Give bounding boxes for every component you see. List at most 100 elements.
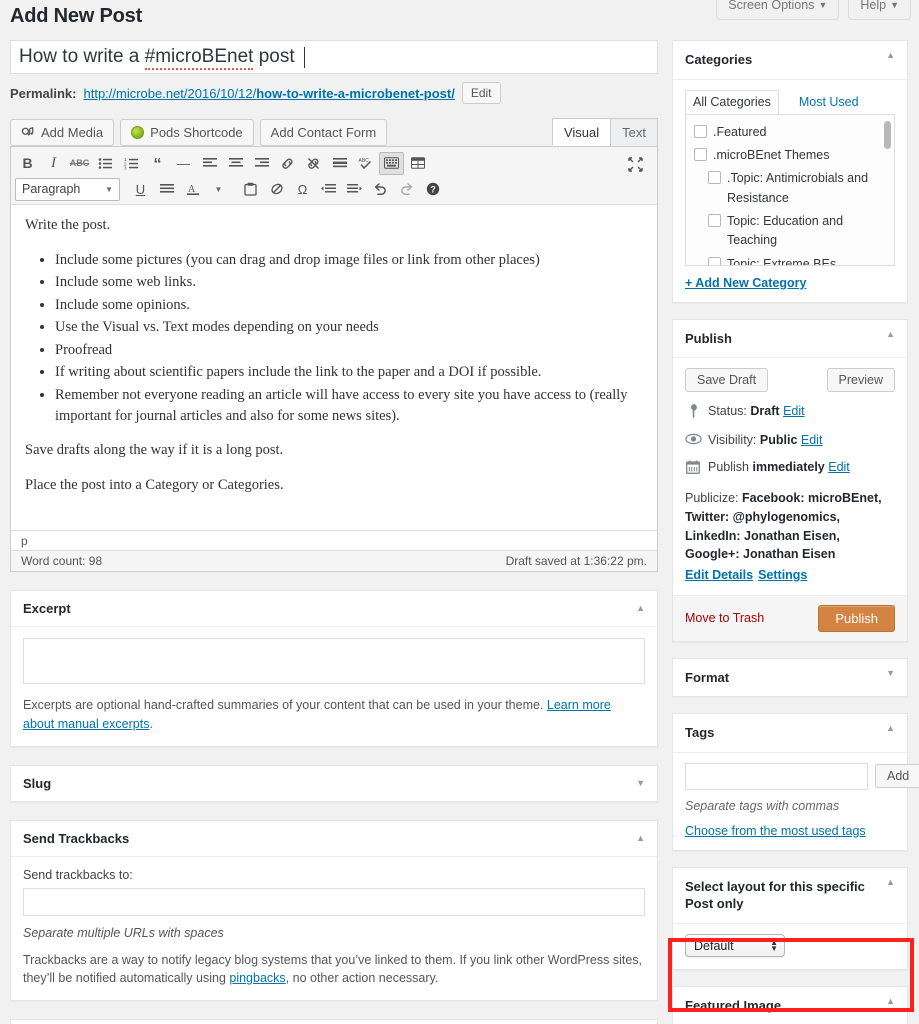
indent-icon[interactable] [342,178,367,201]
edit-visibility-link[interactable]: Edit [801,433,823,447]
publicize-row: Publicize: Facebook: microBEnet, Twitter… [685,489,895,585]
category-checkbox[interactable] [708,256,721,265]
text-color-icon[interactable]: A [180,178,205,201]
tags-header[interactable]: Tags ▲ [673,714,907,753]
triangle-up-icon[interactable]: ▲ [886,329,895,339]
add-media-button[interactable]: Add Media [10,119,115,146]
editor-box: B I ABC 123 “ — ABC Paragraph ▼ U A ▼ Ω … [10,146,658,572]
add-contact-form-button[interactable]: Add Contact Form [259,119,388,146]
underline-icon[interactable]: U [128,178,153,201]
triangle-up-icon[interactable]: ▲ [886,51,895,60]
screen-options-tab[interactable]: Screen Options ▼ [716,0,840,20]
most-used-tags-link[interactable]: Choose from the most used tags [685,824,895,838]
edit-permalink-button[interactable]: Edit [461,82,501,104]
edit-status-link[interactable]: Edit [783,404,805,418]
metabox-excerpt-header[interactable]: Excerpt ▲ [11,591,657,627]
triangle-up-icon[interactable]: ▲ [636,604,645,613]
tags-title: Tags [685,725,715,741]
categories-scrollbar[interactable] [884,120,891,149]
chevron-down-icon[interactable]: ▼ [206,178,231,201]
align-left-icon[interactable] [197,152,222,175]
categories-list[interactable]: .Featured .microBEnet Themes .Topic: Ant… [685,113,895,266]
trackbacks-input[interactable] [23,887,645,916]
category-checkbox[interactable] [694,147,707,161]
redo-icon[interactable] [394,178,419,201]
align-center-icon[interactable] [223,152,248,175]
editor-content-area[interactable]: Write the post. Include some pictures (y… [11,205,657,530]
metabox-discussion-header[interactable]: Discussion ▲ [11,1020,657,1024]
pingbacks-link[interactable]: pingbacks [229,971,285,985]
add-new-category-link[interactable]: + Add New Category [685,276,895,290]
editor-paragraph-2: Save drafts along the way if it is a lon… [25,442,284,459]
category-item[interactable]: .microBEnet Themes [694,146,888,165]
category-item[interactable]: Topic: Extreme BEs [694,255,888,265]
special-character-icon[interactable]: Ω [290,178,315,201]
format-header[interactable]: Format ▼ [673,659,907,697]
category-item[interactable]: Topic: Education and Teaching [694,212,888,251]
tab-text[interactable]: Text [610,118,658,146]
strikethrough-icon[interactable]: ABC [67,152,92,175]
status-value: Draft [750,404,780,419]
layout-select[interactable]: Default ▲ ▼ [685,934,785,958]
spellcheck-icon[interactable]: ABC [353,152,378,175]
help-tab[interactable]: Help ▼ [848,0,911,20]
tab-visual[interactable]: Visual [551,118,612,146]
horizontal-rule-icon[interactable]: — [171,152,196,175]
category-checkbox[interactable] [708,171,721,185]
italic-icon[interactable]: I [41,152,66,175]
outdent-icon[interactable] [316,178,341,201]
keyboard-shortcuts-icon[interactable]: ? [420,178,445,201]
unlink-icon[interactable] [301,152,326,175]
paste-as-text-icon[interactable] [238,178,263,201]
bold-icon[interactable]: B [15,152,40,175]
kitchen-sink-icon[interactable] [379,151,404,175]
permalink-url[interactable]: http://microbe.net/2016/10/12/how-to-wri… [83,86,454,101]
publish-button[interactable]: Publish [818,604,895,632]
metabox-trackbacks-body: Send trackbacks to: Separate multiple UR… [11,857,657,1001]
insert-link-icon[interactable] [275,152,300,175]
insert-table-icon[interactable] [405,152,430,175]
metabox-slug-header[interactable]: Slug ▼ [11,766,657,801]
fullscreen-icon[interactable] [623,153,648,176]
preview-button[interactable]: Preview [826,368,895,393]
metabox-trackbacks-header[interactable]: Send Trackbacks ▲ [11,821,657,857]
publish-header[interactable]: Publish ▲ [673,320,907,359]
post-title-input[interactable]: How to write a #microBEnet post [10,40,658,74]
edit-schedule-link[interactable]: Edit [828,460,850,474]
triangle-down-icon[interactable]: ▼ [636,778,645,788]
tags-input[interactable] [685,762,868,790]
layout-header[interactable]: Select layout for this specific Post onl… [673,868,907,925]
schedule-value: immediately [752,460,825,475]
align-right-icon[interactable] [249,152,274,175]
featured-image-header[interactable]: Featured Image ▲ [673,987,907,1024]
paragraph-format-select[interactable]: Paragraph ▼ [15,177,120,201]
numbered-list-icon[interactable]: 123 [119,152,144,175]
category-item[interactable]: .Topic: Antimicrobials and Resistance [694,169,888,208]
triangle-down-icon[interactable]: ▼ [886,668,895,678]
triangle-up-icon[interactable]: ▲ [636,833,645,843]
triangle-up-icon[interactable]: ▲ [886,997,895,1006]
blockquote-icon[interactable]: “ [145,152,170,175]
move-to-trash-link[interactable]: Move to Trash [685,611,764,625]
text-cursor [303,46,305,68]
triangle-up-icon[interactable]: ▲ [886,724,895,733]
list-item: Remember not everyone reading an article… [55,385,643,426]
publicize-settings-link[interactable]: Settings [758,568,807,582]
categories-header[interactable]: Categories ▲ [673,41,907,80]
bulleted-list-icon[interactable] [93,152,118,175]
save-draft-button[interactable]: Save Draft [685,368,769,393]
pods-shortcode-button[interactable]: Pods Shortcode [120,119,254,146]
category-item[interactable]: .Featured [694,123,888,142]
excerpt-textarea[interactable] [23,638,645,684]
add-tag-button[interactable]: Add [875,764,919,789]
read-more-icon[interactable] [327,152,352,175]
tab-all-categories[interactable]: All Categories [685,89,779,114]
triangle-up-icon[interactable]: ▲ [886,877,895,887]
category-checkbox[interactable] [708,214,721,228]
tab-most-used[interactable]: Most Used [791,90,867,114]
category-checkbox[interactable] [694,124,707,138]
clear-formatting-icon[interactable] [264,178,289,201]
justify-icon[interactable] [154,178,179,201]
edit-details-link[interactable]: Edit Details [685,568,753,582]
undo-icon[interactable] [368,178,393,201]
